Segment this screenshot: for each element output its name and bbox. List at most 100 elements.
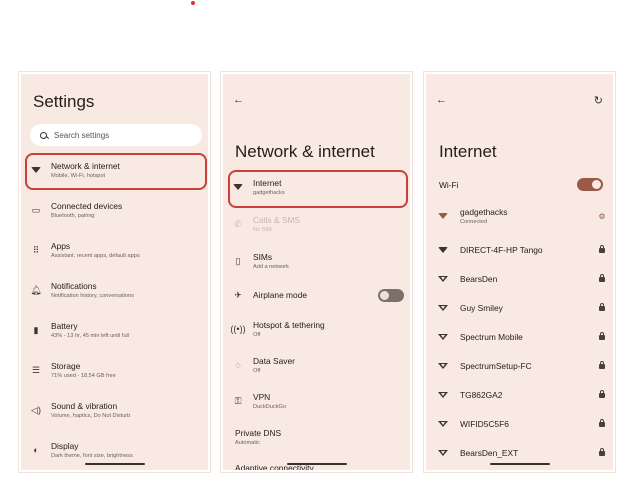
- network-item-hotspot[interactable]: ((•)) Hotspot & tethering Off: [223, 312, 410, 346]
- wifi-master-row[interactable]: Wi-Fi: [439, 178, 603, 191]
- storage-icon: ☰: [31, 364, 41, 375]
- network-row[interactable]: BearsDen: [426, 265, 613, 293]
- page-title: Settings: [33, 92, 95, 111]
- display-icon: ◐: [33, 445, 39, 455]
- item-title: SIMs: [253, 252, 273, 262]
- item-subtitle: Bluetooth, pairing: [51, 213, 95, 219]
- apps-grid-icon: ⠿: [32, 244, 40, 255]
- lock-icon: [591, 245, 613, 255]
- item-title: Display: [51, 441, 79, 451]
- settings-item-network[interactable]: Network & internet Mobile, Wi-Fi, hotspot: [21, 153, 208, 187]
- internet-screen: ← ↻ Internet Wi-Fi gadgethacks Connected …: [424, 72, 615, 472]
- network-name: Guy Smiley: [460, 303, 503, 313]
- lock-icon: [591, 274, 613, 284]
- network-name: gadgethacks: [460, 207, 508, 217]
- item-title: Airplane mode: [253, 290, 308, 300]
- wifi-signal-icon: [426, 247, 460, 253]
- lock-icon: [591, 303, 613, 313]
- wifi-signal-icon: [426, 449, 460, 457]
- item-subtitle: Assistant, recent apps, default apps: [51, 253, 140, 259]
- lock-icon: [591, 390, 613, 400]
- item-subtitle: Add a network: [253, 264, 289, 270]
- red-dot-marker: [191, 1, 195, 5]
- item-subtitle: 71% used - 18.54 GB free: [51, 373, 116, 379]
- network-row[interactable]: WIFID5C5F6: [426, 410, 613, 438]
- item-subtitle: Off: [253, 332, 261, 338]
- wifi-icon: [223, 184, 253, 190]
- item-subtitle: DuckDuckGo: [253, 404, 286, 410]
- item-title: Notifications: [51, 281, 97, 291]
- network-internet-screen: ← Network & internet Internet gadgethacks…: [221, 72, 412, 472]
- item-title: Storage: [51, 361, 81, 371]
- network-item-data-saver[interactable]: ◌ Data Saver Off: [223, 348, 410, 382]
- item-title: Private DNS: [235, 428, 282, 438]
- settings-screen: Settings Search settings Network & inter…: [19, 72, 210, 472]
- wifi-icon: [21, 167, 51, 173]
- network-row[interactable]: Spectrum Mobile: [426, 323, 613, 351]
- network-name: BearsDen: [460, 274, 498, 284]
- network-name: Spectrum Mobile: [460, 332, 523, 342]
- gesture-handle: [489, 463, 550, 465]
- page-title: Internet: [439, 142, 497, 161]
- airplane-icon: ✈: [234, 289, 242, 300]
- item-title: Connected devices: [51, 201, 123, 211]
- search-icon: [40, 131, 47, 139]
- wifi-toggle[interactable]: [577, 178, 603, 191]
- wifi-signal-icon: [426, 420, 460, 428]
- network-item-private-dns[interactable]: Private DNS Automatic: [223, 420, 410, 454]
- item-title: Data Saver: [253, 356, 295, 366]
- network-item-adaptive-connectivity[interactable]: Adaptive connectivity: [223, 451, 410, 470]
- item-title: Battery: [51, 321, 78, 331]
- network-row[interactable]: TG862GA2: [426, 381, 613, 409]
- sim-icon: ▯: [235, 255, 241, 266]
- item-title: Sound & vibration: [51, 401, 118, 411]
- lock-icon: [591, 332, 613, 342]
- vpn-icon: ⚿: [234, 395, 242, 406]
- network-name: BearsDen_EXT: [460, 448, 519, 458]
- item-subtitle: gadgethacks: [253, 190, 285, 196]
- hotspot-icon: ((•)): [230, 324, 246, 334]
- item-title: Network & internet: [51, 161, 120, 171]
- settings-item-battery[interactable]: ▮ Battery 43% - 13 hr, 45 min left until …: [21, 313, 208, 347]
- page-title: Network & internet: [235, 142, 375, 161]
- search-placeholder: Search settings: [54, 130, 110, 140]
- item-subtitle: No SIM: [253, 227, 272, 233]
- settings-item-storage[interactable]: ☰ Storage 71% used - 18.54 GB free: [21, 353, 208, 387]
- network-item-internet[interactable]: Internet gadgethacks: [223, 170, 410, 204]
- gesture-handle: [286, 463, 347, 465]
- back-arrow-icon[interactable]: ←: [436, 94, 447, 106]
- network-row[interactable]: gadgethacks Connected ⚙: [426, 202, 613, 230]
- settings-item-display[interactable]: ◐ Display Dark theme, font size, brightne…: [21, 433, 208, 467]
- item-subtitle: Off: [253, 368, 261, 374]
- devices-icon: ▭: [31, 204, 41, 215]
- item-title: Hotspot & tethering: [253, 320, 325, 330]
- settings-item-notifications[interactable]: 🔔︎ Notifications Notification history, co…: [21, 273, 208, 307]
- airplane-mode-toggle[interactable]: [378, 289, 404, 302]
- item-subtitle: Notification history, conversations: [51, 293, 134, 299]
- network-name: DIRECT-4F-HP Tango: [460, 245, 543, 255]
- battery-icon: ▮: [33, 324, 39, 335]
- settings-item-sound[interactable]: ◁) Sound & vibration Volume, haptics, Do …: [21, 393, 208, 427]
- settings-item-apps[interactable]: ⠿ Apps Assistant, recent apps, default ap…: [21, 233, 208, 267]
- gesture-handle: [84, 463, 145, 465]
- network-item-vpn[interactable]: ⚿ VPN DuckDuckGo: [223, 384, 410, 418]
- settings-item-connected-devices[interactable]: ▭ Connected devices Bluetooth, pairing: [21, 193, 208, 227]
- network-row[interactable]: SpectrumSetup-FC: [426, 352, 613, 380]
- wifi-label: Wi-Fi: [439, 179, 459, 190]
- search-bar[interactable]: Search settings: [30, 124, 202, 146]
- wifi-signal-icon: [426, 333, 460, 341]
- refresh-icon[interactable]: ↻: [594, 94, 603, 107]
- wifi-signal-icon: [426, 391, 460, 399]
- gear-icon[interactable]: ⚙: [591, 212, 613, 221]
- item-subtitle: Automatic: [235, 440, 260, 446]
- network-name: TG862GA2: [460, 390, 503, 400]
- network-row[interactable]: DIRECT-4F-HP Tango: [426, 236, 613, 264]
- network-name: WIFID5C5F6: [460, 419, 509, 429]
- network-row[interactable]: Guy Smiley: [426, 294, 613, 322]
- network-item-sims[interactable]: ▯ SIMs Add a network: [223, 244, 410, 278]
- network-status: Connected: [460, 219, 488, 225]
- back-arrow-icon[interactable]: ←: [233, 94, 244, 106]
- item-title: Calls & SMS: [253, 215, 301, 225]
- wifi-signal-icon: [426, 213, 460, 219]
- speaker-icon: ◁): [31, 404, 41, 415]
